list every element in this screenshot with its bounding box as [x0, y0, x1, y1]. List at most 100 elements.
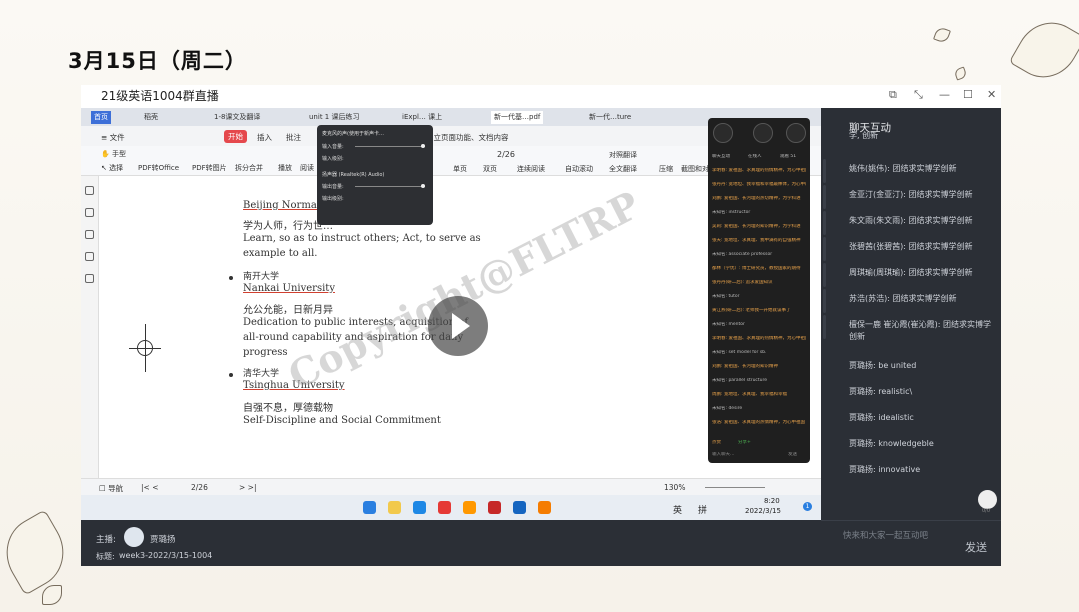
pchat-tab-online[interactable]: 在线人 [748, 154, 778, 160]
clock-time: 8:20 [764, 497, 780, 505]
pchat-tab-viewers[interactable]: 观看 51 [780, 154, 808, 160]
tab-pdf-active[interactable]: 新一代基…pdf [491, 111, 544, 124]
store-icon[interactable] [413, 501, 426, 514]
speaker-label: 扬声器 (Realtek(R) Audio) [322, 172, 385, 178]
auto-scroll-button[interactable]: 自动滚动 [565, 164, 593, 174]
menu-insert[interactable]: 插入 [257, 132, 272, 143]
crosshair-line [129, 348, 161, 349]
doc-line-7: 允公允能，日新月异 [243, 305, 333, 316]
nav-toggle[interactable]: ☐ 导航 [99, 483, 123, 494]
doc-line-11: 清华大学 [243, 369, 280, 379]
tab-daoke[interactable]: 稻壳 [141, 111, 161, 124]
chat-message: 檀保一鹿 崔沁霞(崔沁霞): 团结求实博学创新 [849, 320, 992, 341]
continuous-read-button[interactable]: 连续阅读 [517, 164, 545, 174]
tab-lecture[interactable]: 新一代…ture [586, 111, 634, 124]
pchat-input[interactable]: 输入聊天… [712, 452, 752, 458]
doc-line-5: 南开大学 [243, 272, 280, 282]
chat-avatar [823, 289, 826, 313]
signature-icon[interactable] [85, 274, 94, 283]
play-overlay-button[interactable] [428, 296, 488, 356]
attachment-icon[interactable] [85, 252, 94, 261]
menu-comment[interactable]: 批注 [286, 132, 301, 143]
chat-message: 张碧茜(张碧茜): 团结求实博学创新 [849, 242, 973, 251]
next-page-icon[interactable]: > >| [239, 483, 256, 492]
play-button[interactable]: 播放 [278, 163, 292, 173]
split-merge-button[interactable]: 拆分合并 [235, 163, 263, 173]
edge-icon[interactable] [513, 501, 526, 514]
chat-avatar [823, 185, 826, 209]
folder-icon[interactable] [388, 501, 401, 514]
chat-message: 贾璐扬: knowledgeble [849, 439, 934, 448]
maximize-button[interactable]: ☐ [963, 88, 973, 101]
first-page-icon[interactable]: |< < [141, 483, 158, 492]
menu-start[interactable]: 开始 [224, 130, 247, 143]
like-icon[interactable] [978, 490, 997, 509]
shrink-button[interactable]: ⤡ [914, 88, 923, 102]
browser-icon[interactable] [488, 501, 501, 514]
share-icon[interactable] [753, 123, 773, 143]
zoom-level[interactable]: 130% [664, 483, 685, 492]
pchat-message: 张丹丹: 宽地坦、我幸福和幸福最棒体，为心中的 [712, 182, 806, 187]
notification-badge[interactable]: 1 [803, 502, 812, 511]
output-volume-slider[interactable] [355, 186, 425, 187]
pchat-message: 未知名: tutor [712, 294, 740, 299]
slider-thumb[interactable] [421, 184, 425, 188]
thumbnail-icon[interactable] [85, 208, 94, 217]
tab-exercise[interactable]: unit 1 课后练习 [306, 111, 362, 124]
doc-line-13: 自强不息，厚德载物 [243, 403, 333, 414]
read-button[interactable]: 阅读 [300, 163, 314, 173]
input-volume-slider[interactable] [355, 146, 425, 147]
app-icon[interactable] [463, 501, 476, 514]
minimize-button[interactable]: — [939, 88, 950, 101]
shared-screen: 首页 稻壳 1-8课文及翻译 unit 1 课后练习 iExpl… 课上 新一代… [81, 108, 821, 520]
zoom-slider[interactable] [705, 487, 765, 488]
pchat-message: 张丹丹(研二后): 追求爱国知识 [712, 280, 773, 285]
comment-icon[interactable] [85, 230, 94, 239]
more-icon[interactable] [786, 123, 806, 143]
pchat-message: 未知名: instructor [712, 210, 751, 215]
pip-button[interactable]: ⧉ [889, 88, 897, 102]
clock-date: 2022/3/15 [745, 507, 781, 515]
pchat-send[interactable]: 发送 [788, 452, 806, 458]
meeting-icon[interactable] [538, 501, 551, 514]
pdf-to-office-button[interactable]: PDF转Office [138, 163, 179, 173]
ime-pin[interactable]: 拼 [698, 503, 707, 516]
send-button[interactable]: 发送 [965, 539, 987, 555]
compare-translate-button[interactable]: 对照翻译 [609, 150, 637, 160]
pchat-message: 都林（学优）: 博士研究员，教授国家的期待 [712, 266, 801, 271]
pdf-to-image-button[interactable]: PDF转图片 [192, 163, 227, 173]
menu-search-hint[interactable]: …立页面功能、文档内容 [426, 132, 509, 143]
full-translate-button[interactable]: 全文翻译 [609, 164, 637, 174]
slider-thumb[interactable] [421, 144, 425, 148]
pchat-tab-chat[interactable]: 聊天互动 [712, 154, 742, 160]
stream-footer: 主播: 贾璐扬 标题: week3-2022/3/15-1004 [81, 520, 821, 566]
slide-title: 3月15日（周二） [68, 49, 247, 73]
wps-icon[interactable] [438, 501, 451, 514]
start-icon[interactable] [363, 501, 376, 514]
chat-input[interactable]: 快来和大家一起互动吧 [843, 529, 928, 541]
chat-avatar [823, 263, 826, 287]
menu-file[interactable]: ≡ 文件 [101, 132, 125, 143]
single-page-button[interactable]: 单页 [453, 164, 467, 174]
double-page-button[interactable]: 双页 [483, 164, 497, 174]
compress-button[interactable]: 压缩 [659, 164, 673, 174]
tab-home[interactable]: 首页 [91, 111, 111, 124]
pchat-like[interactable]: 点赞 [712, 440, 732, 446]
close-button[interactable]: ✕ [987, 88, 996, 101]
select-tool[interactable]: ↖ 选择 [101, 163, 123, 173]
pchat-share[interactable]: 分享+ [738, 440, 768, 446]
page-indicator-bottom[interactable]: 2/26 [191, 483, 208, 492]
hand-tool[interactable]: ✋ 手型 [101, 149, 126, 159]
pdf-status-bar: ☐ 导航 |< < 2/26 > >| 130% [81, 478, 821, 495]
tab-iexplore[interactable]: iExpl… 课上 [399, 111, 445, 124]
bookmark-icon[interactable] [85, 186, 94, 195]
pdf-left-rail [81, 176, 99, 478]
like-count: 0/0 [982, 508, 991, 514]
page-indicator-top[interactable]: 2/26 [497, 150, 515, 159]
avatar-icon[interactable] [713, 123, 733, 143]
tab-translation[interactable]: 1-8课文及翻译 [211, 111, 263, 124]
host-name: 贾璐扬 [150, 535, 176, 545]
pchat-message: 吴莉: 爱祖国、长河理的知识精神，为学科进 [712, 224, 801, 229]
ime-en[interactable]: 英 [673, 503, 682, 516]
title-label: 标题: [96, 552, 115, 561]
